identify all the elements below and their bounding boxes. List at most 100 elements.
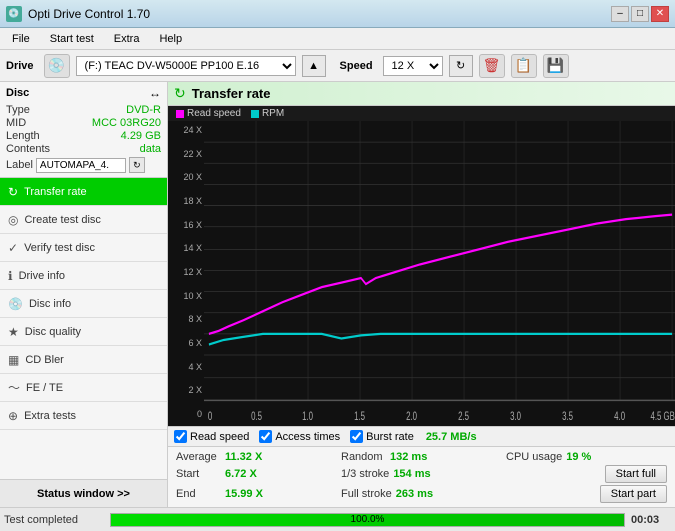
rpm-dot — [251, 110, 259, 118]
drive-label: Drive — [6, 60, 34, 72]
drive-icon: 💿 — [44, 54, 70, 78]
status-text: Test completed — [4, 514, 104, 526]
start-label: Start — [176, 468, 221, 480]
read-speed-checkbox-item: Read speed — [174, 430, 249, 443]
disc-section: Disc ↔ Type DVD-R MID MCC 03RG20 Length … — [0, 82, 167, 178]
refresh-button[interactable]: ↻ — [449, 55, 473, 77]
nav-cd-bler-label: CD Bler — [25, 354, 64, 366]
nav-verify-test-disc[interactable]: ✓ Verify test disc — [0, 234, 167, 262]
nav-create-test-disc[interactable]: ◎ Create test disc — [0, 206, 167, 234]
start-full-cell: Start full — [506, 465, 667, 483]
disc-quality-icon: ★ — [8, 325, 19, 339]
chart-inner: 24 X 22 X 20 X 18 X 16 X 14 X 12 X 10 X … — [168, 121, 675, 423]
y-label-2: 2 X — [170, 385, 202, 395]
disc-info-icon: 💿 — [8, 297, 23, 311]
y-label-12: 12 X — [170, 267, 202, 277]
right-panel: ↻ Transfer rate Read speed RPM 24 X — [168, 82, 675, 507]
y-label-4: 4 X — [170, 362, 202, 372]
minimize-button[interactable]: – — [611, 6, 629, 22]
nav-fe-te[interactable]: 〜 FE / TE — [0, 374, 167, 402]
menu-help[interactable]: Help — [151, 31, 190, 47]
svg-text:4.0: 4.0 — [614, 410, 625, 423]
mid-label: MID — [6, 117, 26, 129]
access-times-checkbox-item: Access times — [259, 430, 340, 443]
label-refresh-icon[interactable]: ↻ — [129, 157, 145, 173]
nav-menu: ↻ Transfer rate ◎ Create test disc ✓ Ver… — [0, 178, 167, 479]
close-button[interactable]: ✕ — [651, 6, 669, 22]
menu-extra[interactable]: Extra — [106, 31, 148, 47]
svg-text:3.0: 3.0 — [510, 410, 521, 423]
contents-val: data — [140, 143, 161, 155]
label-label: Label — [6, 159, 33, 171]
menu-start-test[interactable]: Start test — [42, 31, 102, 47]
drive-info-icon: ℹ — [8, 269, 13, 283]
time-display: 00:03 — [631, 514, 671, 526]
svg-text:0: 0 — [208, 410, 213, 423]
save-button[interactable]: 💾 — [543, 54, 569, 78]
nav-verify-test-disc-label: Verify test disc — [24, 242, 95, 254]
stroke2-val: 263 ms — [396, 488, 446, 500]
chart-svg: 0 0.5 1.0 1.5 2.0 2.5 3.0 3.5 4.0 4.5 GB — [204, 121, 675, 423]
end-label: End — [176, 488, 221, 500]
stroke1-val: 154 ms — [393, 468, 443, 480]
status-bar: Test completed 100.0% 00:03 — [0, 507, 675, 531]
chart-legend: Read speed RPM — [168, 106, 675, 121]
nav-disc-quality[interactable]: ★ Disc quality — [0, 318, 167, 346]
status-window-button[interactable]: Status window >> — [0, 479, 167, 507]
fe-te-icon: 〜 — [8, 379, 20, 396]
menu-file[interactable]: File — [4, 31, 38, 47]
cpu-val: 19 % — [566, 451, 616, 463]
length-label: Length — [6, 130, 40, 142]
y-label-20: 20 X — [170, 172, 202, 182]
y-axis: 24 X 22 X 20 X 18 X 16 X 14 X 12 X 10 X … — [168, 121, 204, 423]
verify-test-disc-icon: ✓ — [8, 241, 18, 255]
legend-rpm: RPM — [251, 108, 284, 119]
stroke2-row: Full stroke 263 ms — [341, 485, 502, 503]
nav-extra-tests[interactable]: ⊕ Extra tests — [0, 402, 167, 430]
nav-transfer-rate-label: Transfer rate — [24, 186, 87, 198]
start-part-button[interactable]: Start part — [600, 485, 667, 503]
extra-tests-icon: ⊕ — [8, 409, 18, 423]
y-label-14: 14 X — [170, 243, 202, 253]
nav-drive-info-label: Drive info — [19, 270, 65, 282]
legend-read-speed: Read speed — [176, 108, 241, 119]
chart-area: Read speed RPM 24 X 22 X 20 X 18 X 16 X … — [168, 106, 675, 426]
disc-arrow[interactable]: ↔ — [149, 86, 161, 100]
maximize-button[interactable]: □ — [631, 6, 649, 22]
svg-text:2.5: 2.5 — [458, 410, 469, 423]
copy-button[interactable]: 📋 — [511, 54, 537, 78]
nav-transfer-rate[interactable]: ↻ Transfer rate — [0, 178, 167, 206]
stroke1-label: 1/3 stroke — [341, 468, 389, 480]
average-row: Average 11.32 X — [176, 451, 337, 463]
chart-controls: Read speed Access times Burst rate 25.7 … — [168, 426, 675, 446]
nav-drive-info[interactable]: ℹ Drive info — [0, 262, 167, 290]
eject-button[interactable]: ▲ — [302, 55, 326, 77]
window-title: Opti Drive Control 1.70 — [28, 7, 150, 21]
read-speed-checkbox[interactable] — [174, 430, 187, 443]
label-input[interactable] — [36, 158, 126, 173]
stroke2-label: Full stroke — [341, 488, 392, 500]
start-full-button[interactable]: Start full — [605, 465, 667, 483]
nav-extra-tests-label: Extra tests — [24, 410, 76, 422]
y-label-22: 22 X — [170, 149, 202, 159]
chart-icon: ↻ — [174, 85, 186, 102]
type-val: DVD-R — [126, 104, 161, 116]
random-val: 132 ms — [390, 451, 440, 463]
left-panel: Disc ↔ Type DVD-R MID MCC 03RG20 Length … — [0, 82, 168, 507]
window-controls: – □ ✕ — [611, 6, 669, 22]
progress-bar-container: 100.0% — [110, 513, 625, 527]
nav-disc-info[interactable]: 💿 Disc info — [0, 290, 167, 318]
drive-select[interactable]: (F:) TEAC DV-W5000E PP100 E.16 — [76, 56, 296, 76]
speed-select[interactable]: 12 X — [383, 56, 443, 76]
contents-label: Contents — [6, 143, 50, 155]
erase-button[interactable]: 🗑 — [479, 54, 505, 78]
read-speed-dot — [176, 110, 184, 118]
nav-cd-bler[interactable]: ▦ CD Bler — [0, 346, 167, 374]
y-label-16: 16 X — [170, 220, 202, 230]
burst-rate-value: 25.7 MB/s — [426, 431, 477, 443]
access-times-checkbox[interactable] — [259, 430, 272, 443]
start-val: 6.72 X — [225, 468, 275, 480]
y-label-6: 6 X — [170, 338, 202, 348]
burst-rate-checkbox[interactable] — [350, 430, 363, 443]
drive-bar: Drive 💿 (F:) TEAC DV-W5000E PP100 E.16 ▲… — [0, 50, 675, 82]
